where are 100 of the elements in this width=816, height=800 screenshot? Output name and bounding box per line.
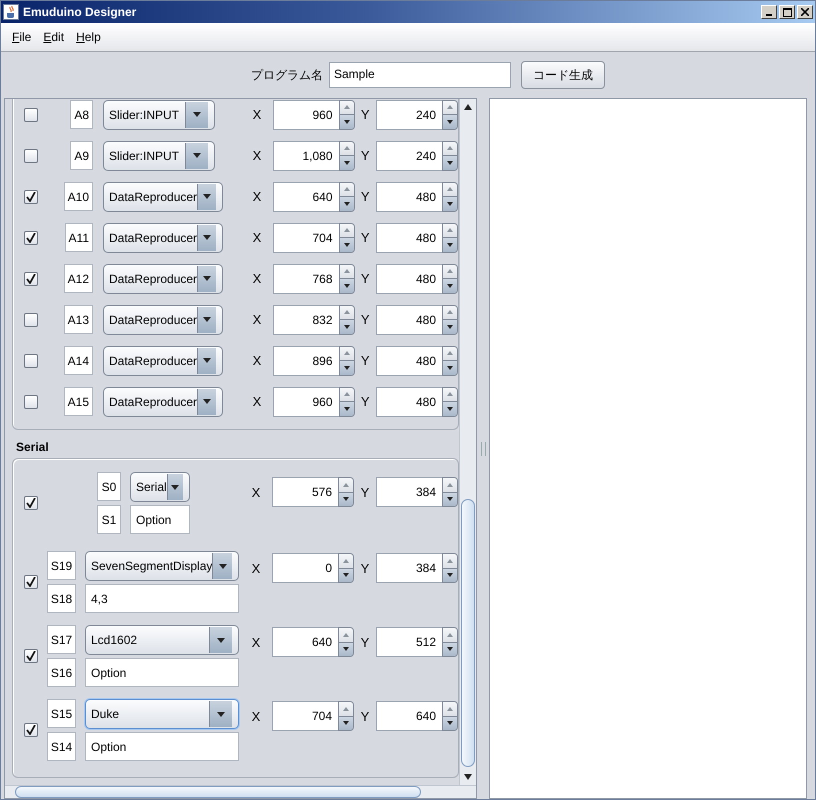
checkbox[interactable]	[24, 723, 38, 737]
dropdown[interactable]: Serial	[130, 472, 190, 502]
option-field[interactable]: Option	[85, 732, 239, 761]
dropdown[interactable]: DataReproducer	[103, 264, 223, 294]
checkbox[interactable]	[24, 230, 38, 244]
number-field[interactable]: 480	[376, 346, 442, 376]
spin-down-button[interactable]	[443, 568, 457, 582]
number-field[interactable]: 960	[272, 386, 339, 416]
number-field[interactable]: 960	[272, 100, 339, 130]
spin-down-button[interactable]	[340, 114, 354, 128]
dropdown[interactable]: DataReproducer	[103, 304, 223, 334]
checkbox[interactable]	[24, 649, 38, 663]
number-field[interactable]: 0	[272, 553, 338, 583]
dropdown[interactable]: Slider:INPUT	[103, 140, 215, 170]
spin-down-button[interactable]	[339, 492, 353, 506]
dropdown[interactable]: Slider:INPUT	[103, 100, 215, 130]
number-field[interactable]: 704	[272, 222, 339, 252]
menu-item[interactable]: File	[9, 28, 34, 46]
number-field[interactable]: 640	[376, 701, 442, 731]
x-label: X	[252, 189, 262, 204]
number-field[interactable]: 576	[272, 477, 338, 507]
number-field[interactable]: 640	[272, 182, 339, 212]
menu-item[interactable]: Help	[73, 28, 104, 46]
spin-down-button[interactable]	[339, 642, 353, 656]
vertical-scrollbar[interactable]	[459, 99, 476, 785]
number-field[interactable]: 1,080	[272, 140, 339, 170]
program-name-field[interactable]: Sample	[329, 62, 511, 88]
dropdown[interactable]: SevenSegmentDisplay	[85, 551, 239, 581]
number-field[interactable]: 240	[376, 140, 442, 170]
spin-down-button[interactable]	[443, 114, 457, 128]
spin-down-button[interactable]	[340, 237, 354, 252]
spin-down-button[interactable]	[443, 196, 457, 210]
close-button[interactable]	[797, 5, 813, 19]
dropdown[interactable]: DataReproducer	[103, 386, 223, 416]
number-field[interactable]: 240	[376, 100, 442, 130]
number-field[interactable]: 480	[376, 264, 442, 294]
option-field[interactable]: Option	[130, 505, 190, 534]
number-field[interactable]: 384	[376, 553, 442, 583]
number-field[interactable]: 832	[272, 304, 339, 334]
checkbox[interactable]	[24, 272, 38, 286]
pin-label: A14	[64, 346, 93, 375]
split-grip-icon[interactable]	[480, 442, 486, 456]
spin-down-button[interactable]	[340, 319, 354, 334]
minimize-button[interactable]	[761, 5, 777, 19]
dropdown[interactable]: DataReproducer	[103, 222, 223, 252]
option-field[interactable]: 4,3	[85, 584, 239, 613]
option-field[interactable]: Option	[85, 658, 239, 687]
spin-down-button[interactable]	[339, 568, 353, 582]
checkbox[interactable]	[24, 575, 38, 589]
caret-icon	[166, 474, 183, 500]
number-field[interactable]: 480	[376, 304, 442, 334]
spin-down-button[interactable]	[443, 642, 457, 656]
number-field[interactable]: 512	[376, 627, 442, 657]
dropdown[interactable]: DataReproducer	[103, 182, 223, 212]
spin-down-button[interactable]	[443, 319, 457, 334]
spin-down-button[interactable]	[443, 155, 457, 170]
spin-down-button[interactable]	[339, 716, 353, 730]
number-field[interactable]: 640	[272, 627, 338, 657]
spin-down-button[interactable]	[340, 155, 354, 170]
spin-down-button[interactable]	[443, 492, 457, 506]
y-label: Y	[360, 394, 371, 409]
number-field[interactable]: 704	[272, 701, 338, 731]
number-field[interactable]: 768	[272, 264, 339, 294]
pin-label: S14	[47, 732, 76, 761]
checkbox[interactable]	[24, 496, 38, 510]
scroll-thumb[interactable]	[461, 499, 475, 767]
up-arrow-icon	[447, 558, 453, 563]
spin-down-button[interactable]	[443, 360, 457, 374]
number-field[interactable]: 896	[272, 346, 339, 376]
checkbox[interactable]	[24, 148, 38, 162]
checkbox[interactable]	[24, 354, 38, 368]
maximize-icon	[782, 8, 792, 16]
maximize-button[interactable]	[779, 5, 795, 19]
spin-down-button[interactable]	[443, 716, 457, 730]
scroll-thumb[interactable]	[15, 786, 421, 798]
dropdown[interactable]: Lcd1602	[85, 625, 239, 655]
generate-code-button[interactable]: コード生成	[521, 61, 605, 89]
checkbox[interactable]	[24, 312, 38, 326]
spin-down-button[interactable]	[443, 237, 457, 252]
dropdown[interactable]: DataReproducer	[103, 346, 223, 376]
horizontal-scrollbar[interactable]	[5, 785, 476, 798]
spin-down-button[interactable]	[340, 196, 354, 210]
spin-down-button[interactable]	[340, 278, 354, 292]
checkbox[interactable]	[24, 108, 38, 122]
spin-down-button[interactable]	[443, 278, 457, 292]
checkbox[interactable]	[24, 190, 38, 204]
down-arrow-icon	[344, 284, 350, 288]
up-arrow-icon	[344, 105, 350, 110]
x-label: X	[252, 148, 262, 163]
number-field[interactable]: 384	[376, 477, 442, 507]
menu-item[interactable]: Edit	[40, 28, 68, 46]
dropdown[interactable]: Duke	[85, 699, 239, 729]
checkbox[interactable]	[24, 394, 38, 408]
number-field[interactable]: 480	[376, 222, 442, 252]
number-field[interactable]: 480	[376, 182, 442, 212]
down-arrow-icon	[344, 120, 350, 124]
spin-down-button[interactable]	[340, 360, 354, 374]
number-field[interactable]: 480	[376, 386, 442, 416]
spin-down-button[interactable]	[443, 401, 457, 416]
spin-down-button[interactable]	[340, 401, 354, 416]
